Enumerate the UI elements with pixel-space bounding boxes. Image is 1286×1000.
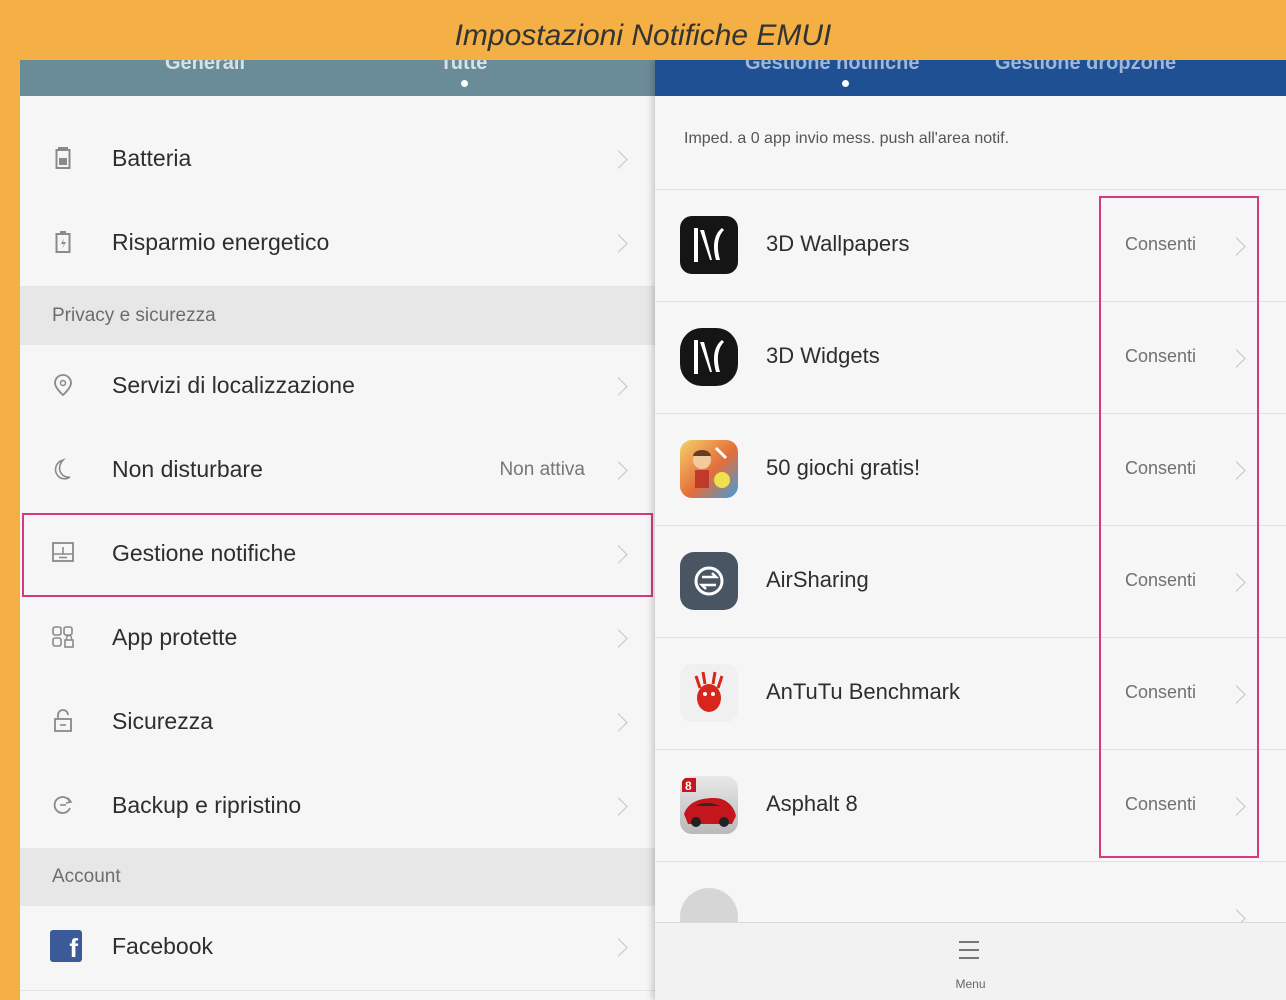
image-caption: Impostazioni Notifiche EMUI <box>454 19 832 52</box>
settings-list-pane: Generali Tutte Batteria Risparmio energe… <box>20 60 655 1000</box>
facebook-icon: f <box>50 930 82 963</box>
settings-item-facebook[interactable]: f Facebook <box>20 906 655 991</box>
tab-generali[interactable]: Generali <box>165 60 245 75</box>
moon-icon <box>50 457 76 483</box>
chevron-right-icon <box>609 150 628 169</box>
chevron-right-icon <box>609 545 628 564</box>
settings-item-label: App protette <box>112 624 238 650</box>
menu-icon[interactable] <box>959 941 979 959</box>
chevron-right-icon <box>609 234 628 253</box>
tab-tutte[interactable]: Tutte <box>440 60 487 75</box>
notification-permission-value: Consenti <box>1125 346 1197 366</box>
bottom-action-bar: Menu <box>655 922 1286 1000</box>
notification-permission-value: Consenti <box>1125 458 1197 478</box>
active-tab-indicator <box>461 80 468 87</box>
section-header-privacy: Privacy e sicurezza <box>20 287 655 345</box>
asphalt-icon: 8 <box>680 776 738 834</box>
active-tab-indicator <box>842 80 849 87</box>
left-header-bar: Generali Tutte <box>20 60 655 96</box>
notification-permission-value: Consenti <box>1125 234 1197 254</box>
3d-wallpapers-icon <box>680 216 738 274</box>
lock-icon <box>50 709 76 735</box>
settings-item-label: Backup e ripristino <box>112 792 302 818</box>
app-name: Asphalt 8 <box>766 791 858 816</box>
settings-item-label: Gestione notifiche <box>112 540 297 566</box>
settings-item-non-disturbare[interactable]: Non disturbare Non attiva <box>20 429 655 514</box>
svg-text:8: 8 <box>685 779 692 793</box>
chevron-right-icon <box>609 713 628 732</box>
blocked-apps-summary: Imped. a 0 app invio mess. push all'area… <box>684 130 1010 147</box>
chevron-right-icon <box>1227 685 1246 704</box>
location-icon <box>50 373 76 399</box>
settings-item-label: Sicurezza <box>112 708 213 734</box>
chevron-right-icon <box>609 377 628 396</box>
app-row[interactable]: 3D Widgets Consenti <box>655 301 1286 414</box>
app-row[interactable]: 8 Asphalt 8 Consenti <box>655 749 1286 862</box>
app-name: 50 giochi gratis! <box>766 455 921 480</box>
antutu-icon <box>680 664 738 722</box>
50-giochi-icon <box>680 440 738 498</box>
app-row[interactable]: 50 giochi gratis! Consenti <box>655 413 1286 526</box>
settings-item-label: Non disturbare <box>112 456 263 482</box>
settings-item-label: Facebook <box>112 933 214 959</box>
chevron-right-icon <box>1227 797 1246 816</box>
chevron-right-icon <box>1227 237 1246 256</box>
app-row[interactable]: AirSharing Consenti <box>655 525 1286 638</box>
section-header-account: Account <box>20 848 655 906</box>
chevron-right-icon <box>1227 461 1246 480</box>
app-name: 3D Wallpapers <box>766 231 910 256</box>
battery-icon <box>50 146 76 172</box>
settings-item-app-protette[interactable]: App protette <box>20 597 655 682</box>
chevron-right-icon <box>1227 573 1246 592</box>
notification-permission-value: Consenti <box>1125 794 1197 814</box>
app-row[interactable]: 3D Wallpapers Consenti <box>655 189 1286 302</box>
notification-manager-pane: Gestione notifiche Gestione dropzone Imp… <box>655 60 1286 1000</box>
chevron-right-icon <box>1227 349 1246 368</box>
settings-item-label: Servizi di localizzazione <box>112 372 355 398</box>
chevron-right-icon <box>609 797 628 816</box>
notification-permission-value: Consenti <box>1125 682 1197 702</box>
dnd-status-value: Non attiva <box>499 459 585 480</box>
settings-item-risparmio-energetico[interactable]: Risparmio energetico <box>20 202 655 287</box>
chevron-right-icon <box>609 461 628 480</box>
backup-icon <box>50 793 76 819</box>
tab-gestione-notifiche[interactable]: Gestione notifiche <box>745 60 919 75</box>
settings-item-localizzazione[interactable]: Servizi di localizzazione <box>20 345 655 430</box>
settings-item-gestione-notifiche[interactable]: Gestione notifiche <box>20 513 655 598</box>
menu-button-label[interactable]: Menu <box>655 977 1286 991</box>
notification-permission-value: Consenti <box>1125 570 1197 590</box>
section-title: Privacy e sicurezza <box>52 305 216 326</box>
app-row[interactable]: AnTuTu Benchmark Consenti <box>655 637 1286 750</box>
section-title: Account <box>52 866 121 887</box>
settings-item-backup[interactable]: Backup e ripristino <box>20 765 655 850</box>
tab-gestione-dropzone[interactable]: Gestione dropzone <box>995 60 1176 75</box>
3d-widgets-icon <box>680 328 738 386</box>
settings-item-label: Batteria <box>112 145 192 171</box>
protected-apps-icon <box>50 625 76 651</box>
screenshot-stage: Generali Tutte Batteria Risparmio energe… <box>20 60 1286 1000</box>
app-name: 3D Widgets <box>766 343 880 368</box>
power-saving-icon <box>50 230 76 256</box>
chevron-right-icon <box>609 629 628 648</box>
right-header-bar: Gestione notifiche Gestione dropzone <box>655 60 1286 96</box>
settings-item-label: Risparmio energetico <box>112 229 330 255</box>
notification-panel-icon <box>50 541 76 567</box>
app-name: AnTuTu Benchmark <box>766 679 961 704</box>
airsharing-icon <box>680 552 738 610</box>
settings-item-sicurezza[interactable]: Sicurezza <box>20 681 655 766</box>
chevron-right-icon <box>609 938 628 957</box>
settings-item-batteria[interactable]: Batteria <box>20 118 655 203</box>
app-name: AirSharing <box>766 567 869 592</box>
